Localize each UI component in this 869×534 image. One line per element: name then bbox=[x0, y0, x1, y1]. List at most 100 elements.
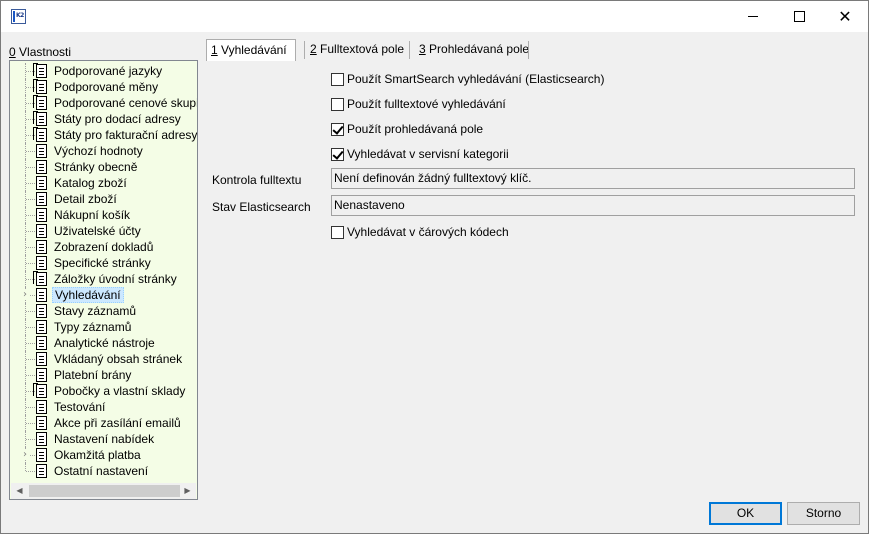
tree-item[interactable]: Platební brány bbox=[10, 367, 197, 383]
tree-item[interactable]: › Okamžitá platba bbox=[10, 447, 197, 463]
document-icon bbox=[36, 224, 47, 238]
document-icon bbox=[36, 240, 47, 254]
tree-item[interactable]: Stavy záznamů bbox=[10, 303, 197, 319]
tree-item[interactable]: Nastavení nabídek bbox=[10, 431, 197, 447]
tree-item[interactable]: Podporované jazyky bbox=[10, 63, 197, 79]
tree-item[interactable]: Pobočky a vlastní sklady bbox=[10, 383, 197, 399]
tree-item[interactable]: Typy záznamů bbox=[10, 319, 197, 335]
maximize-button[interactable] bbox=[776, 1, 822, 32]
tree-item[interactable]: Ostatní nastavení bbox=[10, 463, 197, 479]
ok-button[interactable]: OK bbox=[709, 502, 782, 525]
expand-chevron-icon[interactable]: › bbox=[20, 290, 30, 300]
tree-item-label: Uživatelské účty bbox=[54, 224, 141, 238]
tree-connector bbox=[26, 199, 35, 200]
tree-item[interactable]: Podporované měny bbox=[10, 79, 197, 95]
tree-item-label: Podporované cenové skupiny bbox=[54, 96, 198, 110]
fulltext-checkbox[interactable] bbox=[331, 97, 344, 111]
tree-connector bbox=[26, 471, 35, 472]
app-logo-icon: K2 bbox=[11, 9, 26, 24]
tab-separator bbox=[304, 41, 305, 59]
document-icon bbox=[36, 256, 47, 270]
multi-document-icon bbox=[33, 63, 47, 78]
document-icon bbox=[36, 208, 47, 222]
properties-label-text: Vlastnosti bbox=[15, 45, 72, 59]
tree-item[interactable]: Akce při zasílání emailů bbox=[10, 415, 197, 431]
tree-item[interactable]: Uživatelské účty bbox=[10, 223, 197, 239]
tree-connector bbox=[26, 327, 35, 328]
multi-document-icon bbox=[33, 127, 47, 142]
service-category-checkbox[interactable] bbox=[331, 147, 344, 161]
tree-item-label: Specifické stránky bbox=[54, 256, 151, 270]
tab-prohledavana-pole[interactable]: 3 Prohledávaná pole bbox=[415, 39, 533, 61]
smartsearch-option[interactable]: Použít SmartSearch vyhledávání (Elastics… bbox=[331, 72, 604, 86]
tree-item[interactable]: Stránky obecně bbox=[10, 159, 197, 175]
tree-item-label: Akce při zasílání emailů bbox=[54, 416, 181, 430]
scroll-thumb[interactable] bbox=[29, 485, 180, 497]
tree-item-label: Podporované měny bbox=[54, 80, 159, 94]
tree-item[interactable]: Podporované cenové skupiny bbox=[10, 95, 197, 111]
tree-item-label: Testování bbox=[54, 400, 106, 414]
service-category-option[interactable]: Vyhledávat v servisní kategorii bbox=[331, 147, 509, 161]
searched-fields-checkbox[interactable] bbox=[331, 122, 344, 136]
tree-item[interactable]: Státy pro fakturační adresy bbox=[10, 127, 197, 143]
tree-connector bbox=[26, 423, 35, 424]
tab-label: Prohledávaná pole bbox=[425, 42, 530, 56]
tree-item-label: Vyhledávání bbox=[52, 287, 124, 303]
cancel-button[interactable]: Storno bbox=[787, 502, 860, 525]
fulltext-control-label: Kontrola fulltextu bbox=[212, 173, 302, 187]
tab-separator bbox=[409, 41, 410, 59]
tree-item[interactable]: Specifické stránky bbox=[10, 255, 197, 271]
document-icon bbox=[36, 432, 47, 446]
tab-accel: 1 bbox=[211, 43, 218, 57]
barcodes-checkbox[interactable] bbox=[331, 225, 344, 239]
tree-item[interactable]: Analytické nástroje bbox=[10, 335, 197, 351]
tree-item-label: Katalog zboží bbox=[54, 176, 127, 190]
tree-item-label: Státy pro fakturační adresy bbox=[54, 128, 198, 142]
expand-chevron-icon[interactable]: › bbox=[20, 450, 30, 460]
tree-connector bbox=[26, 183, 35, 184]
tree-item[interactable]: Zobrazení dokladů bbox=[10, 239, 197, 255]
tree-item-label: Detail zboží bbox=[54, 192, 117, 206]
fulltext-control-field[interactable]: Není definován žádný fulltextový klíč. bbox=[331, 168, 855, 189]
tree-item[interactable]: › Vyhledávání bbox=[10, 287, 197, 303]
tab-accel: 2 bbox=[310, 42, 317, 56]
smartsearch-checkbox[interactable] bbox=[331, 72, 344, 86]
tree-item[interactable]: Katalog zboží bbox=[10, 175, 197, 191]
scroll-right-icon[interactable]: ▶ bbox=[179, 483, 196, 499]
searched-fields-option[interactable]: Použít prohledávaná pole bbox=[331, 122, 483, 136]
close-button[interactable]: ✕ bbox=[822, 1, 868, 32]
document-icon bbox=[36, 192, 47, 206]
tree-item[interactable]: Nákupní košík bbox=[10, 207, 197, 223]
tree-item[interactable]: Detail zboží bbox=[10, 191, 197, 207]
scroll-left-icon[interactable]: ◀ bbox=[11, 483, 28, 499]
smartsearch-label: Použít SmartSearch vyhledávání (Elastics… bbox=[347, 72, 605, 86]
document-icon bbox=[36, 400, 47, 414]
barcodes-option[interactable]: Vyhledávat v čárových kódech bbox=[331, 225, 509, 239]
tree-item-label: Analytické nástroje bbox=[54, 336, 155, 350]
properties-tree[interactable]: Podporované jazyky Podporované měny Podpor… bbox=[9, 60, 198, 500]
tree-item-label: Pobočky a vlastní sklady bbox=[54, 384, 186, 398]
tree-item[interactable]: Výchozí hodnoty bbox=[10, 143, 197, 159]
document-icon bbox=[36, 416, 47, 430]
elastic-state-label: Stav Elasticsearch bbox=[212, 200, 311, 214]
tab-vyhledavani[interactable]: 1 Vyhledávání bbox=[206, 39, 296, 61]
document-icon bbox=[36, 304, 47, 318]
tree-connector bbox=[26, 167, 35, 168]
document-icon bbox=[36, 144, 47, 158]
tree-item[interactable]: Státy pro dodací adresy bbox=[10, 111, 197, 127]
document-icon bbox=[36, 368, 47, 382]
tab-fulltextova-pole[interactable]: 2 Fulltextová pole bbox=[306, 39, 408, 61]
fulltext-option[interactable]: Použít fulltextové vyhledávání bbox=[331, 97, 506, 111]
tree-item[interactable]: Záložky úvodní stránky bbox=[10, 271, 197, 287]
elastic-state-field[interactable]: Nenastaveno bbox=[331, 195, 855, 216]
tree-item-label: Stavy záznamů bbox=[54, 304, 137, 318]
tree-connector bbox=[26, 359, 35, 360]
document-icon bbox=[36, 464, 47, 478]
minimize-button[interactable] bbox=[730, 1, 776, 32]
tree-item[interactable]: Testování bbox=[10, 399, 197, 415]
horizontal-scrollbar[interactable]: ◀ ▶ bbox=[11, 483, 196, 499]
tree-connector bbox=[26, 439, 35, 440]
tab-accel: 3 bbox=[419, 42, 426, 56]
tree-connector bbox=[26, 375, 35, 376]
tree-item[interactable]: Vkládaný obsah stránek bbox=[10, 351, 197, 367]
